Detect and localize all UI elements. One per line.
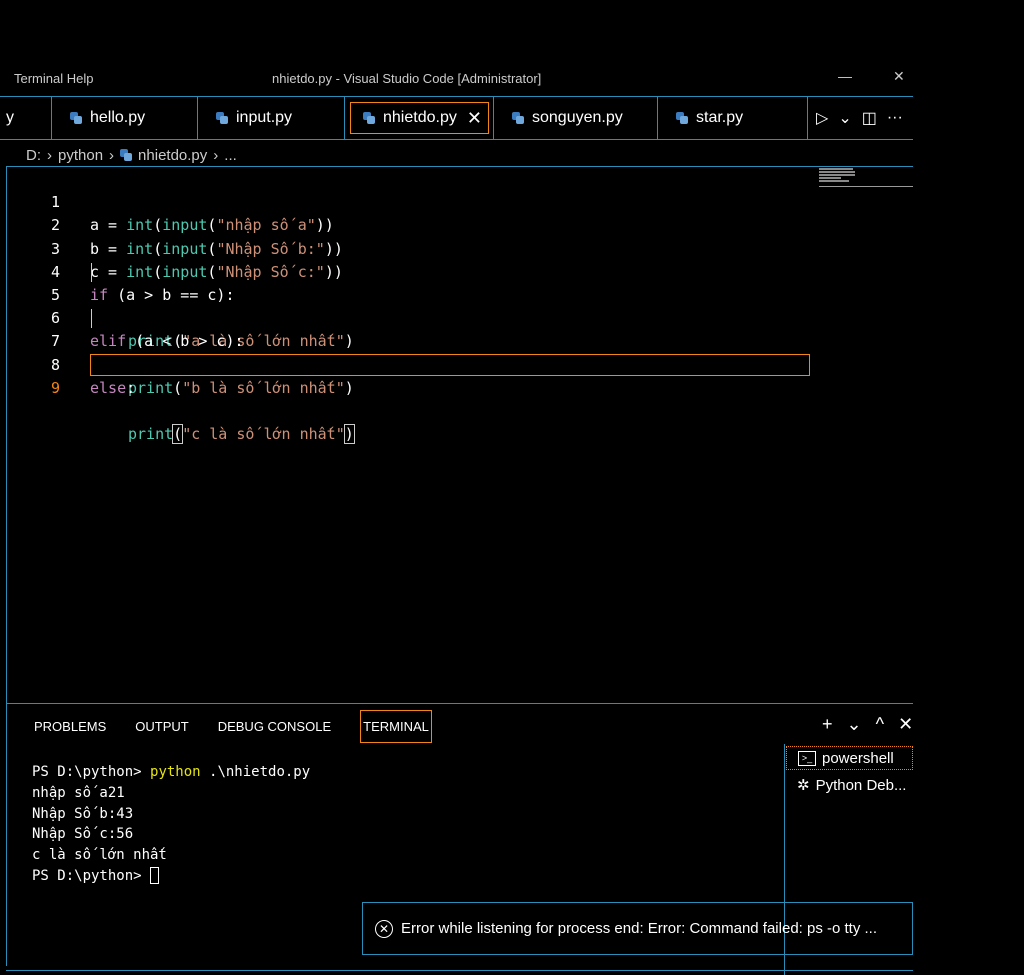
panel-tabs: PROBLEMS OUTPUT DEBUG CONSOLE TERMINAL: [34, 708, 432, 744]
editor-tabs: y hello.py input.py nhietdo.py ✕ songuye…: [0, 96, 913, 140]
menu-bar[interactable]: Terminal Help: [14, 71, 93, 86]
error-icon: ✕: [375, 919, 393, 938]
close-window-button[interactable]: ✕: [893, 68, 905, 85]
vscode-window: Terminal Help nhietdo.py - Visual Studio…: [0, 0, 913, 975]
minimap-line: [819, 174, 855, 176]
tab-output[interactable]: OUTPUT: [135, 719, 188, 734]
debug-icon: ✲: [797, 777, 810, 794]
python-file-icon: [70, 112, 82, 124]
breadcrumb-file[interactable]: nhietdo.py: [138, 147, 207, 164]
notification-text: Error while listening for process end: E…: [401, 920, 878, 937]
panel-bottom-border: [6, 970, 913, 971]
minimap-line: [819, 171, 855, 173]
chevron-right-icon: ›: [109, 146, 115, 164]
terminal-output[interactable]: PS D:\python> python .\nhietdo.py nhập s…: [32, 762, 310, 887]
tab-nhietdo-py[interactable]: nhietdo.py ✕: [345, 97, 494, 139]
python-file-icon: [216, 112, 228, 124]
code-line[interactable]: 1 a = int(input("nhập số a")): [0, 168, 812, 234]
minimap-line: [819, 177, 841, 179]
panel-actions: + ⌄ ^ ✕: [822, 714, 913, 735]
close-panel-icon[interactable]: ✕: [898, 714, 913, 735]
tab-label: y: [6, 109, 14, 126]
chevron-down-icon[interactable]: ⌄: [847, 714, 862, 735]
breadcrumb-drive[interactable]: D:: [26, 147, 41, 164]
tab-partial[interactable]: y: [0, 97, 52, 139]
tab-debug-console[interactable]: DEBUG CONSOLE: [218, 719, 331, 734]
more-actions-icon[interactable]: ···: [887, 109, 903, 127]
chevron-right-icon: ›: [213, 146, 219, 164]
indent-guide: [91, 309, 92, 329]
run-icon[interactable]: ▷: [816, 108, 828, 128]
indent-guide: [91, 262, 92, 282]
editor-top-border: [6, 166, 913, 167]
current-line-highlight: [90, 353, 810, 376]
chevron-down-icon[interactable]: ⌄: [838, 108, 851, 128]
minimap-slider[interactable]: [819, 186, 913, 187]
breadcrumb: D: › python › nhietdo.py › ...: [26, 144, 237, 166]
code-editor[interactable]: 1 a = int(input("nhập số a")) 2 b = int(…: [0, 168, 812, 445]
code-line[interactable]: 8 else:: [0, 330, 812, 397]
tab-label: songuyen.py: [532, 109, 623, 126]
code-line[interactable]: 6 elif (a < b > c):: [0, 284, 812, 350]
terminal-item-python-debug[interactable]: ✲ Python Deb...: [797, 773, 906, 797]
line-number: 9: [50, 378, 60, 397]
breadcrumb-symbols[interactable]: ...: [224, 147, 237, 164]
title-bar: Terminal Help nhietdo.py - Visual Studio…: [0, 68, 913, 88]
tab-label: star.py: [696, 109, 744, 126]
code-line[interactable]: 5 print("a là số lớn nhất"): [0, 261, 812, 350]
error-notification[interactable]: ✕ Error while listening for process end:…: [362, 902, 913, 955]
tab-input-py[interactable]: input.py: [198, 97, 345, 139]
python-file-icon: [676, 112, 688, 124]
tab-label: nhietdo.py: [383, 109, 457, 126]
window-title: nhietdo.py - Visual Studio Code [Adminis…: [272, 71, 542, 86]
minimap-line: [819, 168, 853, 170]
split-editor-icon[interactable]: ◫: [862, 108, 877, 128]
minimap-line: [819, 180, 849, 182]
new-terminal-icon[interactable]: +: [822, 714, 833, 735]
code-line[interactable]: 7 print("b là số lớn nhất"): [0, 307, 812, 397]
tab-label: input.py: [236, 109, 293, 126]
terminal-item-powershell[interactable]: >_ powershell: [786, 746, 913, 770]
maximize-panel-icon[interactable]: ^: [876, 714, 884, 735]
tab-terminal[interactable]: TERMINAL: [360, 709, 432, 743]
tab-songuyen-py[interactable]: songuyen.py: [494, 97, 658, 139]
python-file-icon: [363, 112, 375, 124]
breadcrumb-folder[interactable]: python: [58, 147, 103, 164]
python-file-icon: [512, 112, 524, 124]
editor-actions: ▷ ⌄ ◫ ···: [808, 97, 921, 139]
tab-star-py[interactable]: star.py: [658, 97, 808, 139]
minimap[interactable]: [819, 168, 913, 190]
code-line[interactable]: 4 if (a > b == c):: [0, 238, 812, 304]
code-line-current[interactable]: 9 print("c là số lớn nhất"): [0, 353, 812, 445]
tab-problems[interactable]: PROBLEMS: [34, 719, 106, 734]
terminal-cursor: [150, 867, 160, 885]
tab-hello-py[interactable]: hello.py: [52, 97, 198, 139]
panel-top-border: [6, 703, 913, 704]
python-file-icon: [120, 149, 133, 161]
minimize-button[interactable]: —: [838, 68, 852, 84]
code-line[interactable]: 2 b = int(input("Nhập Số b:")): [0, 191, 812, 257]
tab-label: hello.py: [90, 109, 146, 126]
chevron-right-icon: ›: [47, 146, 52, 164]
code-line[interactable]: 3 c = int(input("Nhập Số c:")): [0, 214, 812, 281]
terminal-icon: >_: [798, 750, 816, 766]
close-tab-icon[interactable]: ✕: [467, 108, 482, 129]
